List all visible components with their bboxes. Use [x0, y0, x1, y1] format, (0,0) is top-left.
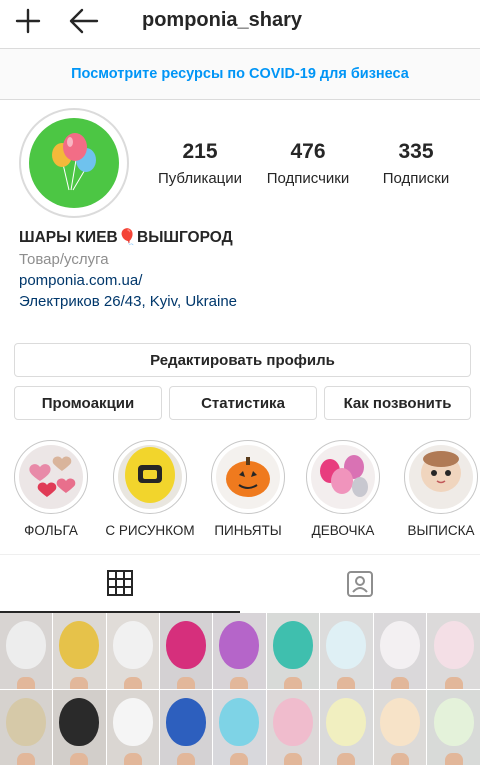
highlight-label: С РИСУНКОМ [105, 523, 195, 538]
plus-icon[interactable] [14, 7, 42, 35]
highlight-cover [118, 445, 182, 509]
insights-button[interactable]: Статистика [169, 386, 317, 420]
posts-number: 215 [182, 140, 218, 163]
tab-tagged[interactable] [240, 555, 480, 613]
profile-website-link[interactable]: pomponia.com.ua/ [19, 272, 469, 289]
username-title: pomponia_shary [142, 9, 303, 31]
highlight-pinatas[interactable]: ПИНЬЯТЫ [203, 440, 293, 538]
followers-count[interactable]: 476 Подписчики [258, 140, 358, 187]
banner-link[interactable]: Посмотрите ресурсы по COVID-19 для бизне… [71, 66, 409, 82]
highlight-discharge[interactable]: ВЫПИСКА [396, 440, 480, 538]
posts-label: Публикации [157, 170, 243, 187]
highlight-girl[interactable]: ДЕВОЧКА [298, 440, 388, 538]
highlight-foil[interactable]: ФОЛЬГА [6, 440, 96, 538]
profile-bio: ШАРЫ КИЕВ🎈ВЫШГОРОД Товар/услуга pomponia… [19, 228, 469, 310]
highlight-label: ВЫПИСКА [407, 523, 475, 538]
highlight-with-print[interactable]: С РИСУНКОМ [105, 440, 195, 538]
contact-button[interactable]: Как позвонить [324, 386, 471, 420]
grid-icon [107, 570, 133, 596]
highlight-label: ФОЛЬГА [24, 523, 78, 538]
tagged-icon [347, 571, 373, 597]
profile-name: ШАРЫ КИЕВ🎈ВЫШГОРОД [19, 229, 233, 246]
highlight-label: ДЕВОЧКА [311, 523, 375, 538]
back-arrow-icon[interactable] [68, 6, 100, 36]
following-number: 335 [398, 140, 434, 163]
highlight-label: ПИНЬЯТЫ [214, 523, 282, 538]
tab-grid[interactable] [0, 555, 240, 613]
promotions-button[interactable]: Промоакции [14, 386, 162, 420]
profile-category: Товар/услуга [19, 251, 109, 268]
following-label: Подписки [382, 170, 450, 187]
post-thumbnail[interactable] [0, 613, 159, 765]
followers-number: 476 [290, 140, 326, 163]
highlight-cover [409, 445, 473, 509]
profile-avatar[interactable] [19, 108, 129, 218]
posts-grid [0, 613, 480, 765]
following-count[interactable]: 335 Подписки [374, 140, 458, 187]
top-bar: pomponia_shary [0, 0, 480, 46]
edit-profile-button[interactable]: Редактировать профиль [14, 343, 471, 377]
covid-resources-banner[interactable]: Посмотрите ресурсы по COVID-19 для бизне… [0, 48, 480, 100]
highlight-cover [216, 445, 280, 509]
highlight-cover [19, 445, 83, 509]
highlight-cover [311, 445, 375, 509]
posts-count: 215 Публикации [152, 140, 248, 187]
avatar-balloons-logo [29, 118, 119, 208]
followers-label: Подписчики [266, 170, 350, 187]
profile-tabs [0, 554, 480, 613]
post-thumbnail[interactable] [320, 613, 480, 765]
post-thumbnail[interactable] [160, 613, 319, 765]
profile-address-link[interactable]: Электриков 26/43, Kyiv, Ukraine [19, 293, 469, 310]
